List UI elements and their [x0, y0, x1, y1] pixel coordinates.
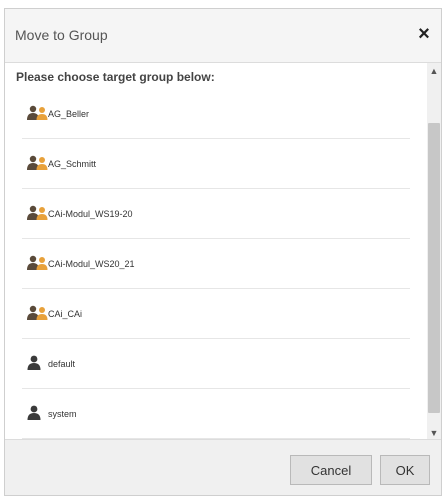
user-icon — [27, 355, 41, 370]
dialog-title: Move to Group — [15, 27, 108, 43]
group-item-label: CAi-Modul_WS19-20 — [48, 209, 133, 219]
move-to-group-dialog: Move to Group × Please choose target gro… — [4, 8, 442, 496]
group-item-label: system — [48, 409, 77, 419]
group-item-label: AG_Schmitt — [48, 159, 97, 169]
group-item-default[interactable]: default — [22, 339, 410, 389]
scrollbar-thumb[interactable] — [428, 123, 440, 413]
group-item-ag-schmitt[interactable]: AG_Schmitt — [22, 139, 410, 189]
user-group-icon — [27, 305, 48, 320]
group-item-ag-beller[interactable]: AG_Beller — [22, 89, 410, 139]
group-item-label: AG_Beller — [48, 109, 90, 119]
user-group-icon — [27, 105, 48, 120]
dialog-footer: Cancel OK — [5, 439, 441, 495]
group-item-cai-modul-ws20-21[interactable]: CAi-Modul_WS20_21 — [22, 239, 410, 289]
close-icon[interactable]: × — [413, 23, 435, 45]
user-group-icon — [27, 155, 48, 170]
chevron-up-icon[interactable]: ▲ — [427, 63, 441, 79]
prompt-text: Please choose target group below: — [16, 70, 215, 84]
group-item-system[interactable]: system — [22, 389, 410, 439]
list-scrollbar[interactable]: ▲ ▼ — [427, 63, 441, 441]
group-item-label: default — [48, 359, 76, 369]
group-item-label: CAi-Modul_WS20_21 — [48, 259, 135, 269]
dialog-body: Please choose target group below: AG_Bel… — [5, 63, 441, 441]
cancel-button[interactable]: Cancel — [290, 455, 372, 485]
ok-button[interactable]: OK — [380, 455, 430, 485]
group-item-cai-modul-ws19-20[interactable]: CAi-Modul_WS19-20 — [22, 189, 410, 239]
user-group-icon — [27, 255, 48, 270]
dialog-titlebar: Move to Group × — [5, 9, 441, 63]
group-item-cai-cai[interactable]: CAi_CAi — [22, 289, 410, 339]
user-icon — [27, 405, 41, 420]
group-list: AG_Beller AG_Schmitt CAi-Modul_WS19-20 C… — [22, 89, 410, 439]
user-group-icon — [27, 205, 48, 220]
group-item-label: CAi_CAi — [48, 309, 83, 319]
